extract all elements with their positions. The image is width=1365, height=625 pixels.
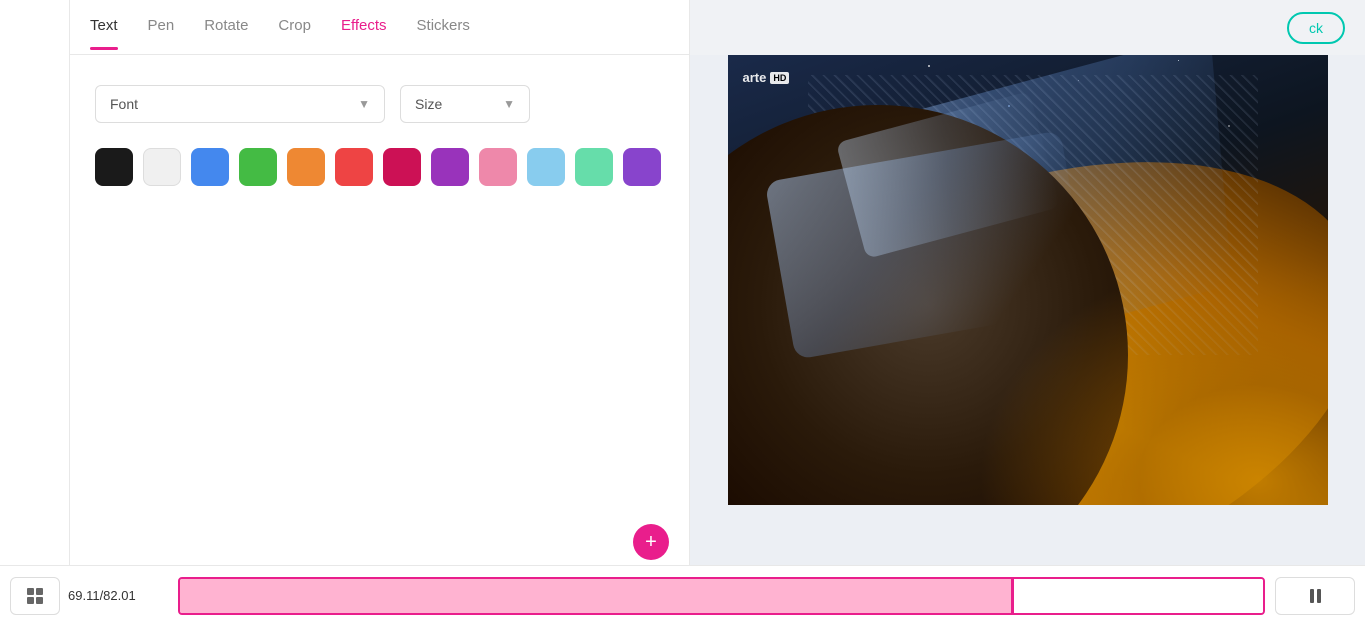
color-swatch-light-blue[interactable] — [527, 148, 565, 186]
tab-stickers[interactable]: Stickers — [417, 17, 470, 38]
color-swatch-violet[interactable] — [623, 148, 661, 186]
color-swatch-black[interactable] — [95, 148, 133, 186]
color-swatch-red[interactable] — [335, 148, 373, 186]
size-dropdown[interactable]: Size ▼ — [400, 85, 530, 123]
timeline-track-bg — [178, 577, 1265, 615]
pause-button[interactable] — [1275, 577, 1355, 615]
left-sidebar — [0, 0, 70, 565]
tab-bar: Text Pen Rotate Crop Effects Stickers — [70, 0, 689, 55]
timeline-track[interactable] — [178, 577, 1265, 615]
tab-rotate[interactable]: Rotate — [204, 17, 248, 38]
font-dropdown[interactable]: Font ▼ — [95, 85, 385, 123]
timeline-bar: 69.11/82.01 — [0, 565, 1365, 625]
grid-view-button[interactable] — [10, 577, 60, 615]
grid-icon — [27, 588, 43, 604]
tab-text[interactable]: Text — [90, 17, 118, 38]
video-container: arte HD — [728, 55, 1328, 505]
color-swatch-mint[interactable] — [575, 148, 613, 186]
font-chevron-icon: ▼ — [358, 97, 370, 111]
tool-panel: Text Pen Rotate Crop Effects Stickers — [70, 0, 690, 565]
video-watermark: arte HD — [743, 70, 790, 85]
font-size-row: Font ▼ Size ▼ — [95, 85, 664, 123]
color-swatch-white[interactable] — [143, 148, 181, 186]
video-thumbnail: arte HD — [728, 55, 1328, 505]
color-swatch-purple[interactable] — [431, 148, 469, 186]
color-swatch-orange[interactable] — [287, 148, 325, 186]
tab-crop[interactable]: Crop — [278, 17, 311, 38]
timeline-controls-left: 69.11/82.01 — [10, 577, 168, 615]
tab-effects[interactable]: Effects — [341, 17, 387, 38]
timeline-unfilled — [1014, 579, 1263, 613]
preview-top-bar: ck — [690, 0, 1365, 55]
space-scene: arte HD — [728, 55, 1328, 505]
color-swatches — [95, 148, 664, 186]
tab-pen[interactable]: Pen — [148, 17, 175, 38]
preview-area: ck — [690, 0, 1365, 565]
color-swatch-green[interactable] — [239, 148, 277, 186]
size-chevron-icon: ▼ — [503, 97, 515, 111]
hd-badge: HD — [770, 72, 789, 84]
timeline-filled — [180, 579, 1014, 613]
color-swatch-dark-red[interactable] — [383, 148, 421, 186]
time-display: 69.11/82.01 — [68, 588, 168, 603]
add-clip-button[interactable]: + — [633, 524, 669, 560]
back-button[interactable]: ck — [1287, 12, 1345, 44]
color-swatch-blue[interactable] — [191, 148, 229, 186]
timeline-playhead — [1011, 579, 1014, 613]
color-swatch-pink[interactable] — [479, 148, 517, 186]
tool-content: Font ▼ Size ▼ — [70, 55, 689, 525]
timeline-controls-right — [1275, 577, 1355, 615]
pause-icon — [1310, 589, 1321, 603]
